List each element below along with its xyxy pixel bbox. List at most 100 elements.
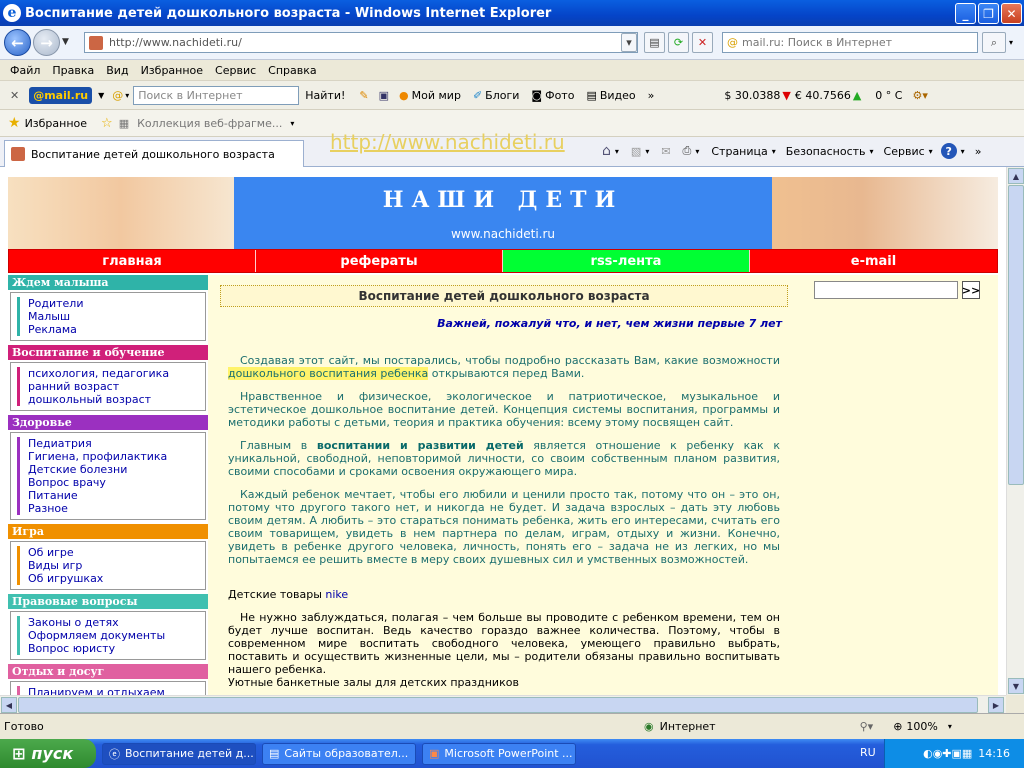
mailru-logo[interactable]: @mail.ru [29, 86, 93, 104]
nav-email[interactable]: e-mail [750, 250, 997, 272]
safety-menu[interactable]: Безопасность [786, 145, 866, 158]
zoom-level[interactable]: 100% [906, 720, 937, 733]
sidebar-link[interactable]: Разное [17, 502, 199, 515]
sidebar-link[interactable]: Питание [17, 489, 199, 502]
webslice-gallery[interactable]: Коллекция веб-фрагме... [137, 117, 282, 130]
sidebar-link[interactable]: Законы о детях [17, 616, 199, 629]
sidebar-link[interactable]: дошкольный возраст [17, 393, 199, 406]
sidebar-link[interactable]: Вопрос врачу [17, 476, 199, 489]
mailru-search-provider-icon[interactable]: ▾ [125, 91, 129, 100]
refresh-icon[interactable]: ⟳ [668, 32, 689, 53]
site-search-go-button[interactable]: >> [962, 281, 980, 299]
command-bar: ⌂ ▾ ▧ ▾ ✉ ⎙ ▾ Страница ▾ Безопасность ▾ … [602, 143, 981, 159]
zoom-dropdown-icon[interactable]: ▾ [948, 722, 952, 731]
task-powerpoint[interactable]: ▣ Microsoft PowerPoint ... [422, 742, 576, 765]
sidebar-link[interactable]: Реклама [17, 323, 199, 336]
protected-mode-icon[interactable]: ⚲▾ [860, 720, 874, 733]
p3-bold-link[interactable]: воспитании и развитии детей [317, 439, 524, 452]
close-button[interactable]: ✕ [1001, 3, 1022, 24]
blogs-button[interactable]: ✐ Блоги [473, 89, 519, 102]
stop-icon[interactable]: ✕ [692, 32, 713, 53]
tray-icons[interactable]: ◐◉✚▣▦ [923, 747, 972, 760]
feeds-dropdown-icon[interactable]: ▾ [645, 147, 649, 156]
sidebar-link[interactable]: Гигиена, профилактика [17, 450, 199, 463]
mailru-search-input[interactable]: Поиск в Интернет [133, 85, 300, 105]
start-button[interactable]: ⊞ пуск [0, 739, 96, 768]
task-word[interactable]: ▤ Сайты образовател... [262, 742, 416, 765]
maximize-button[interactable]: ❐ [978, 3, 999, 24]
help-icon[interactable]: ? [940, 143, 957, 159]
page-icon[interactable]: ▣ [379, 89, 389, 102]
feeds-icon[interactable]: ▧ [631, 145, 641, 158]
sidebar-link[interactable]: Об игре [17, 546, 199, 559]
mail-icon[interactable]: ✉ [661, 145, 670, 158]
sidebar-link[interactable]: Вопрос юристу [17, 642, 199, 655]
menu-favorites[interactable]: Избранное [141, 64, 203, 77]
toolbar-close-icon[interactable]: ✕ [10, 89, 19, 102]
mailru-dropdown-icon[interactable]: ▼ [98, 91, 104, 100]
settings-icon[interactable]: ⚙▾ [912, 89, 927, 102]
highlight-icon[interactable]: ✎ [359, 89, 368, 102]
paragraph-6-link[interactable]: Уютные банкетные залы для детских праздн… [228, 676, 780, 689]
tab-current[interactable]: Воспитание детей дошкольного возраста [4, 140, 304, 167]
video-button[interactable]: ▤ Видео [586, 89, 635, 102]
horizontal-scrollbar[interactable]: ◀ ▶ [0, 695, 1006, 713]
home-icon[interactable]: ⌂ [602, 143, 611, 159]
menu-edit[interactable]: Правка [52, 64, 94, 77]
cmdbar-chevron-icon[interactable]: » [975, 145, 982, 158]
history-dropdown-icon[interactable]: ▼ [62, 37, 69, 47]
print-icon[interactable]: ⎙ [683, 144, 692, 158]
horizontal-scroll-thumb[interactable] [18, 697, 978, 713]
find-button[interactable]: Найти! [305, 89, 345, 102]
sidebar-link[interactable]: Детские болезни [17, 463, 199, 476]
compatibility-icon[interactable]: ▤ [644, 32, 665, 53]
more-chevron-icon[interactable]: » [648, 89, 655, 102]
language-indicator[interactable]: RU [860, 746, 876, 759]
task-ie[interactable]: ⓔ Воспитание детей д... [102, 742, 256, 765]
scroll-right-icon[interactable]: ▶ [988, 697, 1004, 713]
menu-view[interactable]: Вид [106, 64, 128, 77]
forward-icon[interactable]: → [33, 29, 60, 56]
favorites-button[interactable]: Избранное [25, 117, 87, 130]
address-bar[interactable]: http://www.nachideti.ru/ [84, 32, 638, 53]
menu-file[interactable]: Файл [10, 64, 40, 77]
site-search-input[interactable] [814, 281, 958, 299]
address-dropdown-icon[interactable]: ▾ [621, 33, 637, 52]
vertical-scroll-thumb[interactable] [1008, 185, 1024, 485]
search-options-icon[interactable]: ▾ [1009, 38, 1013, 47]
nav-essays[interactable]: рефераты [256, 250, 503, 272]
nav-rss[interactable]: rss-лента [503, 250, 750, 272]
webslice-dropdown-icon[interactable]: ▾ [290, 119, 294, 128]
tools-menu[interactable]: Сервис [884, 145, 925, 158]
sidebar-link[interactable]: психология, педагогика [17, 367, 199, 380]
sidebar-link[interactable]: Виды игр [17, 559, 199, 572]
search-button-icon[interactable]: ⌕ [982, 32, 1006, 53]
back-icon[interactable]: ← [4, 29, 31, 56]
menu-help[interactable]: Справка [268, 64, 316, 77]
page-menu[interactable]: Страница [711, 145, 767, 158]
print-dropdown-icon[interactable]: ▾ [695, 147, 699, 156]
minimize-button[interactable]: _ [955, 3, 976, 24]
help-dropdown-icon[interactable]: ▾ [961, 147, 965, 156]
home-dropdown-icon[interactable]: ▾ [615, 147, 619, 156]
scroll-left-icon[interactable]: ◀ [1, 697, 17, 713]
sidebar-link[interactable]: Малыш [17, 310, 199, 323]
goods-link[interactable]: nike [325, 588, 348, 601]
sidebar-link[interactable]: ранний возраст [17, 380, 199, 393]
sidebar-link[interactable]: Педиатрия [17, 437, 199, 450]
sidebar-link[interactable]: Родители [17, 297, 199, 310]
sidebar-link[interactable]: Планируем и отдыхаем [17, 686, 199, 695]
search-input[interactable]: @ mail.ru: Поиск в Интернет [722, 32, 978, 53]
scroll-down-icon[interactable]: ▼ [1008, 678, 1024, 694]
moi-mir-button[interactable]: ● Мой мир [399, 89, 461, 102]
add-favorites-icon[interactable]: ☆ [101, 116, 113, 131]
sidebar-link[interactable]: Об игрушках [17, 572, 199, 585]
scroll-up-icon[interactable]: ▲ [1008, 168, 1024, 184]
photo-button[interactable]: ◙ Фото [531, 89, 574, 102]
task-powerpoint-label: Microsoft PowerPoint ... [444, 747, 573, 760]
p1-highlight-link[interactable]: дошкольного воспитания ребенка [228, 367, 429, 380]
nav-home[interactable]: главная [9, 250, 256, 272]
vertical-scrollbar[interactable]: ▲ ▼ [1006, 167, 1024, 695]
menu-tools[interactable]: Сервис [215, 64, 256, 77]
sidebar-link[interactable]: Оформляем документы [17, 629, 199, 642]
